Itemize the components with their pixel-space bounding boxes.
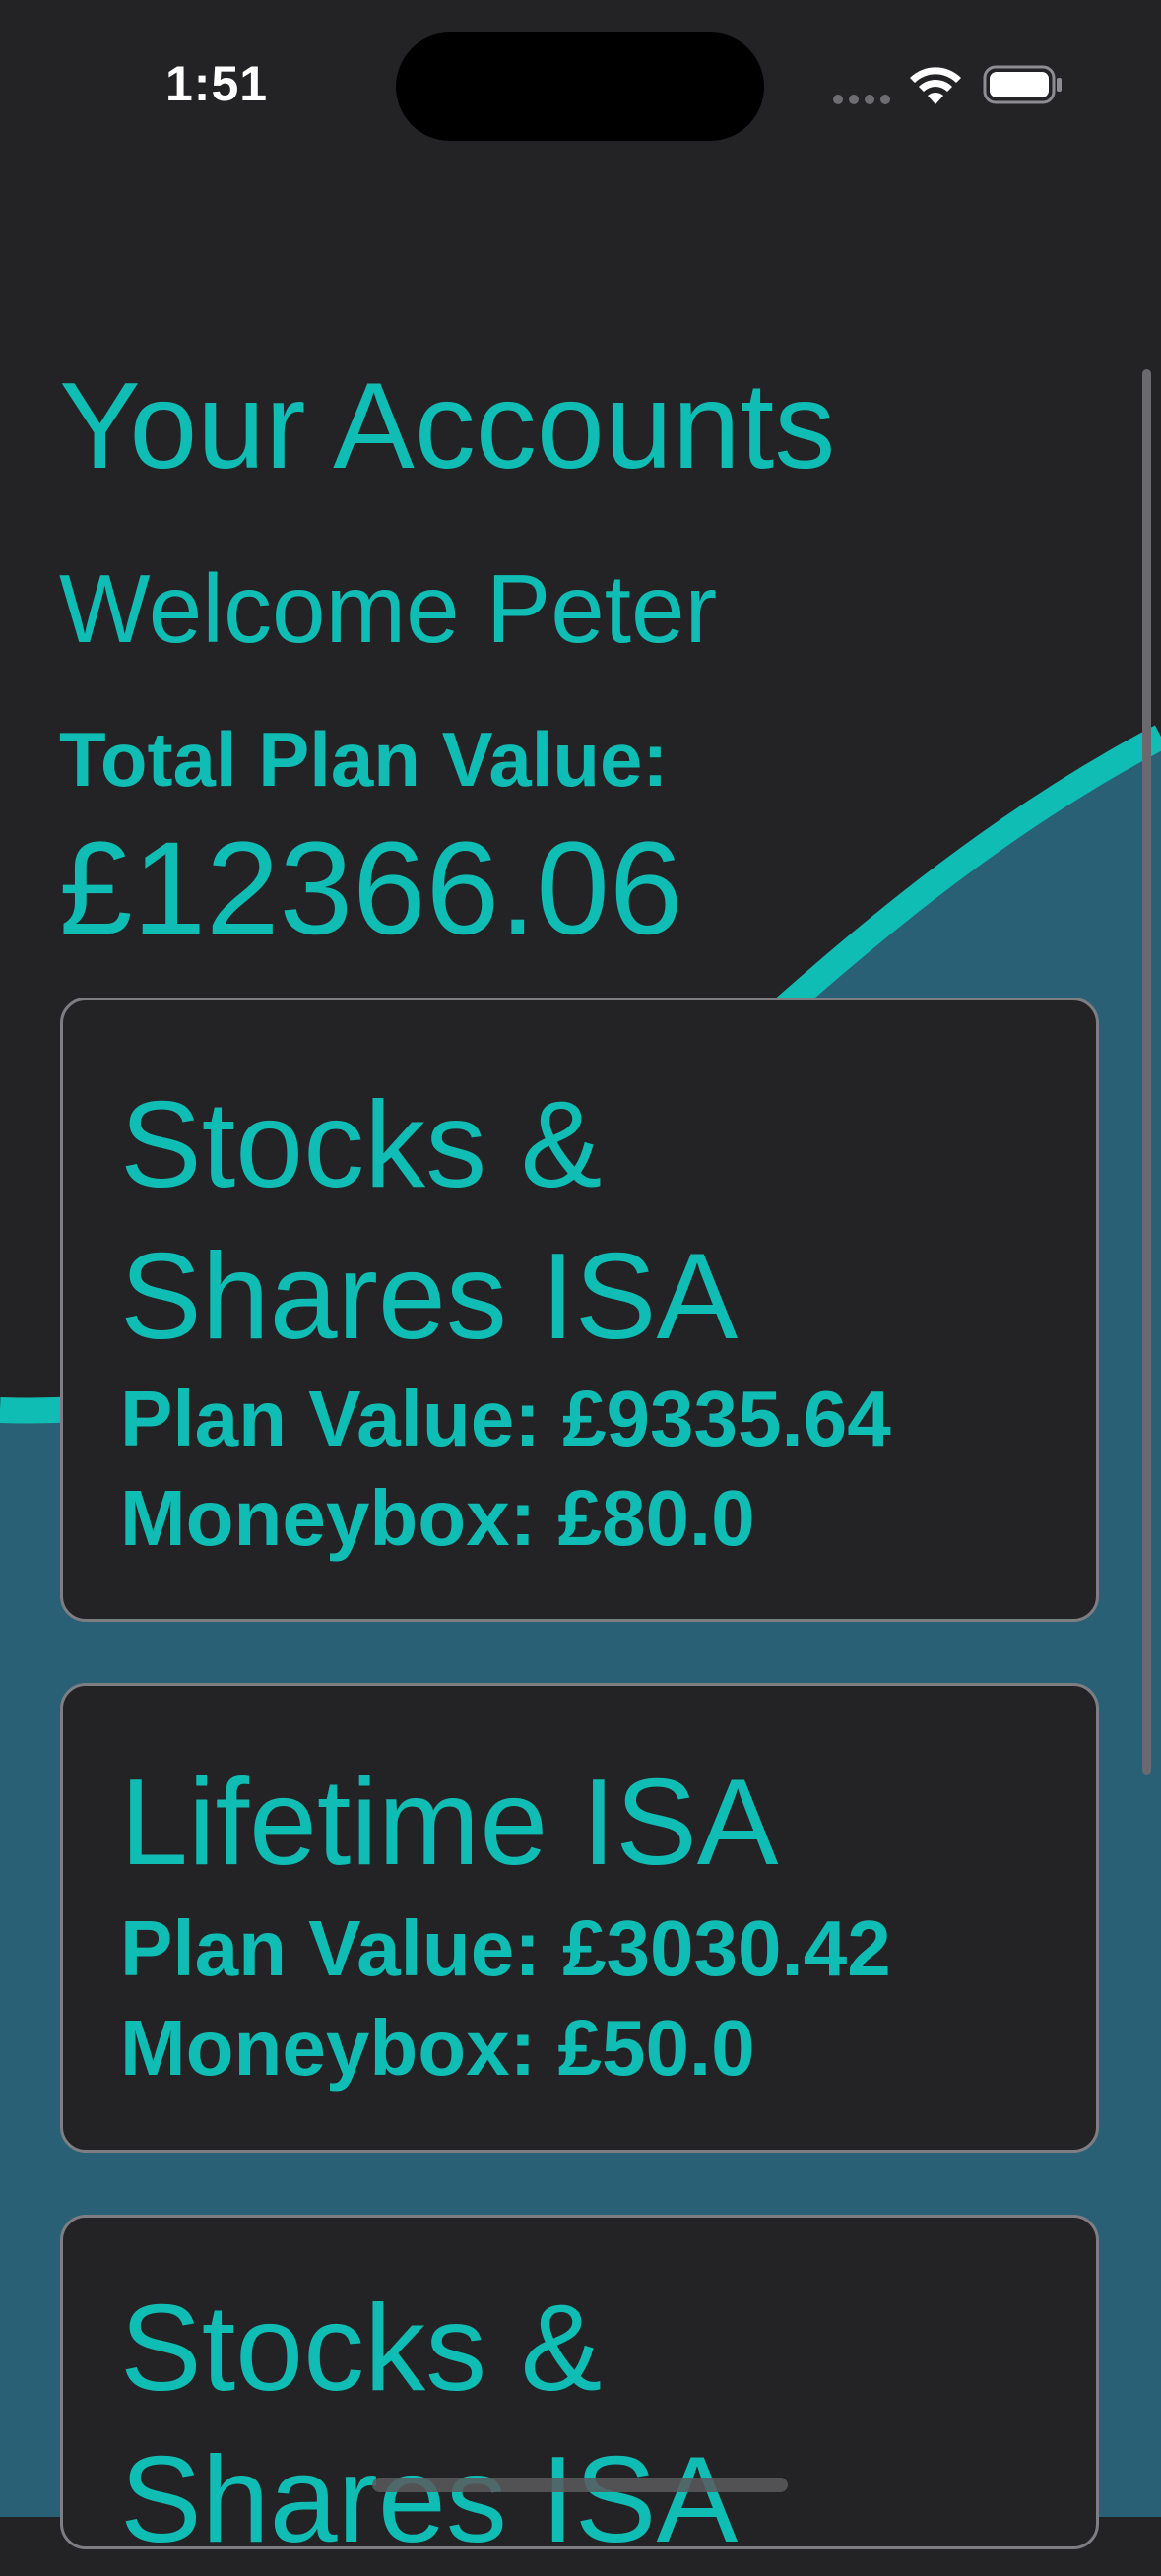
total-plan-value: £12366.06 [59,815,683,962]
account-card[interactable]: Stocks & Shares ISA Plan Value: £9335.64… [60,998,1099,1622]
home-indicator[interactable] [372,2478,788,2492]
welcome-message: Welcome Peter [59,554,718,663]
plan-value: Plan Value: £9335.64 [120,1375,891,1462]
scroll-indicator[interactable] [1142,369,1151,1775]
account-card[interactable]: Stocks & Shares ISA [60,2215,1099,2568]
account-name: Stocks & Shares ISA [120,2281,739,2568]
account-name: Stocks & Shares ISA [120,1077,739,1365]
plan-value: Plan Value: £3030.42 [120,1904,891,1992]
wifi-icon [910,67,961,104]
status-bar: 1:51 [0,0,1161,158]
dynamic-island [396,32,764,141]
battery-icon [983,65,1062,104]
page-title: Your Accounts [59,358,836,494]
moneybox-value: Moneybox: £50.0 [120,2004,755,2092]
cellular-signal-icon [833,95,890,104]
total-plan-value-label: Total Plan Value: [59,716,669,803]
account-card[interactable]: Lifetime ISA Plan Value: £3030.42 Moneyb… [60,1683,1099,2153]
moneybox-value: Moneybox: £80.0 [120,1474,755,1562]
status-time: 1:51 [165,56,269,111]
account-name: Lifetime ISA [120,1755,779,1891]
